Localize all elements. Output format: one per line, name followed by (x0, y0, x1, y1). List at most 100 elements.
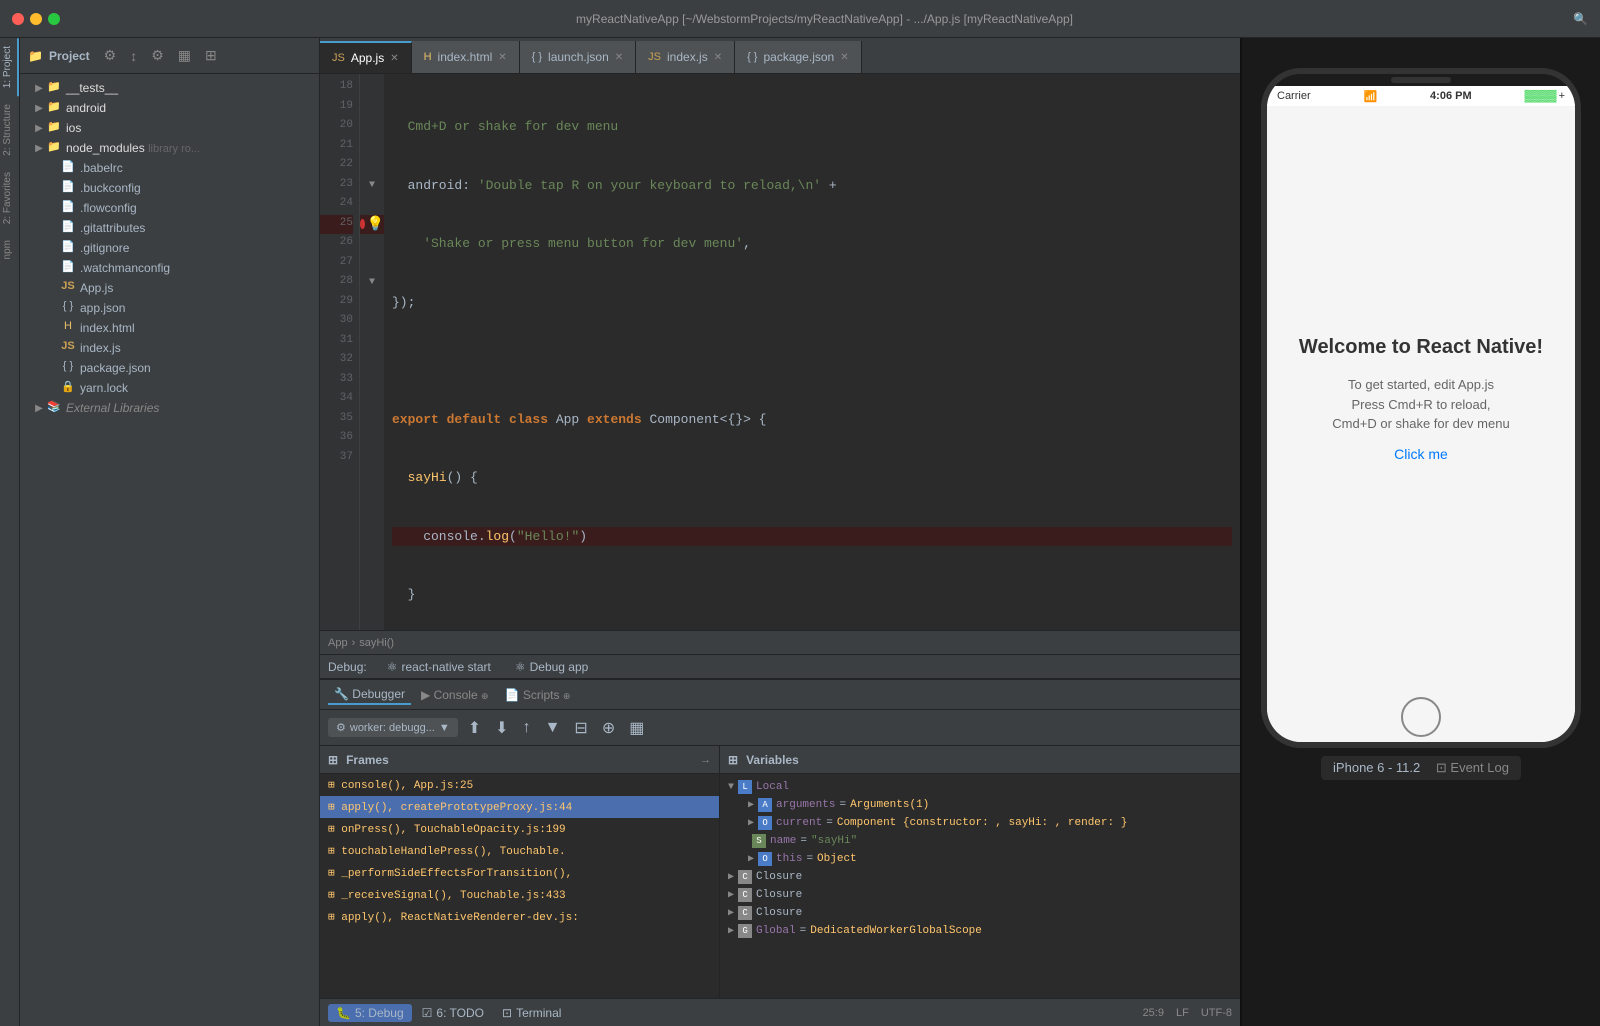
phone-link[interactable]: Click me (1394, 446, 1448, 462)
code-content[interactable]: Cmd+D or shake for dev menu android: 'Do… (384, 74, 1240, 630)
event-log-btn[interactable]: ⊡ Event Log (1436, 760, 1509, 775)
var-item-name[interactable]: S name = "sayHi" (720, 832, 1240, 850)
tab-close-launchjson[interactable]: ✕ (615, 52, 623, 63)
expand-icon[interactable]: ⊞ (201, 45, 221, 66)
frame-item[interactable]: ⊞ console(), App.js:25 (320, 774, 719, 796)
structure-panel-toggle[interactable]: 2: Structure (0, 96, 19, 164)
phone-subtitle-2: Press Cmd+R to reload, (1351, 395, 1490, 415)
tab-indexjs[interactable]: JS index.js ✕ (636, 41, 735, 73)
var-item-current[interactable]: ▶ O current = Component {constructor: , … (720, 814, 1240, 832)
var-closure-1[interactable]: ▶ C Closure (720, 868, 1240, 886)
tree-item-gitattributes[interactable]: 📄 .gitattributes (20, 218, 319, 238)
tree-item-gitignore[interactable]: 📄 .gitignore (20, 238, 319, 258)
tab-close-indexjs[interactable]: ✕ (714, 52, 722, 63)
frame-item[interactable]: ⊞ touchableHandlePress(), Touchable. (320, 840, 719, 862)
tab-label: package.json (763, 50, 834, 64)
tree-item-external-libs[interactable]: ▶ 📚 External Libraries (20, 398, 319, 418)
frame-item[interactable]: ⊞ apply(), ReactNativeRenderer-dev.js: (320, 906, 719, 928)
settings-icon[interactable]: ⚙ (100, 45, 121, 66)
evaluate-btn[interactable]: ▦ (625, 714, 648, 742)
tab-close-appjs[interactable]: ✕ (390, 53, 398, 64)
var-item-this[interactable]: ▶ O this = Object (720, 850, 1240, 868)
phone-content: Welcome to React Native! To get started,… (1267, 106, 1575, 692)
favorites-panel-toggle[interactable]: 2: Favorites (0, 164, 19, 232)
debugger-tab[interactable]: 🔧 Debugger (328, 685, 411, 705)
terminal-tab-label: Terminal (516, 1006, 561, 1020)
frame-item-selected[interactable]: ⊞ apply(), createPrototypeProxy.js:44 (320, 796, 719, 818)
fold-marker[interactable]: ▼ (369, 180, 375, 191)
line-ending: LF (1176, 1007, 1189, 1019)
breadcrumb-sep: › (352, 637, 356, 649)
tree-item-babelrc[interactable]: 📄 .babelrc (20, 158, 319, 178)
tree-label: .gitignore (80, 241, 129, 255)
filter-icon[interactable]: ▦ (174, 45, 195, 66)
tab-appjs[interactable]: JS App.js ✕ (320, 41, 412, 73)
var-closure-2[interactable]: ▶ C Closure (720, 886, 1240, 904)
tree-item-watchmanconfig[interactable]: 📄 .watchmanconfig (20, 258, 319, 278)
breakpoint-marker[interactable] (360, 219, 365, 229)
var-local-header[interactable]: ▼ L Local (720, 778, 1240, 796)
tree-item-packagejson[interactable]: { } package.json (20, 358, 319, 378)
gear-icon[interactable]: ⚙ (147, 45, 168, 66)
tree-item-indexhtml[interactable]: H index.html (20, 318, 319, 338)
variables-icon: ⊞ (728, 753, 738, 767)
search-icon[interactable]: 🔍 (1573, 12, 1588, 26)
tab-packagejson[interactable]: { } package.json ✕ (735, 41, 862, 73)
var-closure-3[interactable]: ▶ C Closure (720, 904, 1240, 922)
close-button[interactable] (12, 13, 24, 25)
breadcrumb: App › sayHi() (320, 630, 1240, 654)
home-button[interactable] (1401, 697, 1441, 737)
minimize-button[interactable] (30, 13, 42, 25)
tree-item-appjson[interactable]: { } app.json (20, 298, 319, 318)
terminal-tab-btn[interactable]: ⊡ Terminal (494, 1004, 569, 1022)
tree-item-indexjs[interactable]: JS index.js (20, 338, 319, 358)
step-into-btn[interactable]: ⬇ (491, 714, 512, 742)
editor-area: JS App.js ✕ H index.html ✕ { } launch.js… (320, 38, 1240, 1026)
scripts-tab[interactable]: 📄 Scripts ⊕ (499, 686, 577, 704)
code-editor[interactable]: 18 19 20 21 22 23 24 25 26 27 28 29 30 3… (320, 74, 1240, 630)
console-tab[interactable]: ▶ Console ⊕ (415, 686, 495, 704)
tree-item-yarnlock[interactable]: 🔒 yarn.lock (20, 378, 319, 398)
maximize-button[interactable] (48, 13, 60, 25)
sort-icon[interactable]: ↕ (126, 46, 141, 66)
step-out-btn[interactable]: ↑ (519, 715, 535, 741)
var-item-arguments[interactable]: ▶ A arguments = Arguments(1) (720, 796, 1240, 814)
tab-close-indexhtml[interactable]: ✕ (498, 52, 506, 63)
step-over-btn[interactable]: ⬆ (464, 714, 485, 742)
todo-icon: ☑ (422, 1006, 433, 1020)
var-icon-str: S (752, 834, 766, 848)
tab-close-packagejson[interactable]: ✕ (840, 52, 848, 63)
debug-tab-btn[interactable]: 🐛 5: Debug (328, 1004, 412, 1022)
tab-launchjson[interactable]: { } launch.json ✕ (520, 41, 637, 73)
main-layout: 1: Project 2: Structure 2: Favorites npm… (0, 38, 1600, 1026)
frame-item[interactable]: ⊞ _receiveSignal(), Touchable.js:433 (320, 884, 719, 906)
bottom-tabs-bar: 🐛 5: Debug ☑ 6: TODO ⊡ Terminal 25:9 LF … (320, 998, 1240, 1026)
debug-tab-label: 5: Debug (355, 1006, 404, 1020)
tree-label: app.json (80, 301, 125, 315)
fold-marker[interactable]: ▼ (369, 277, 375, 288)
filter-icon[interactable]: ⊟ (570, 714, 591, 742)
tree-item-ios[interactable]: ▶ 📁 ios (20, 118, 319, 138)
tab-indexhtml[interactable]: H index.html ✕ (412, 41, 520, 73)
resume-btn[interactable]: ▼ (541, 715, 565, 741)
tree-item-buckconfig[interactable]: 📄 .buckconfig (20, 178, 319, 198)
npm-panel-toggle[interactable]: npm (0, 232, 19, 267)
add-breakpoint-btn[interactable]: ⊕ (598, 714, 619, 742)
frame-item[interactable]: ⊞ _performSideEffectsForTransition(), (320, 862, 719, 884)
tree-item-android[interactable]: ▶ 📁 android (20, 98, 319, 118)
window-controls[interactable] (12, 13, 60, 25)
tree-item-flowconfig[interactable]: 📄 .flowconfig (20, 198, 319, 218)
tree-item-tests[interactable]: ▶ 📁 __tests__ (20, 78, 319, 98)
var-global[interactable]: ▶ G Global = DedicatedWorkerGlobalScope (720, 922, 1240, 940)
todo-tab-btn[interactable]: ☑ 6: TODO (414, 1004, 492, 1022)
tree-item-appjs[interactable]: JS App.js (20, 278, 319, 298)
worker-selector[interactable]: ⚙ worker: debugg... ▼ (328, 718, 458, 737)
frame-item[interactable]: ⊞ onPress(), TouchableOpacity.js:199 (320, 818, 719, 840)
debug-app-btn[interactable]: ⚛ Debug app (507, 658, 596, 676)
react-native-start-process[interactable]: ⚛ react-native start (379, 658, 499, 676)
var-icon-c3: C (738, 906, 752, 920)
project-toolbar: 📁 Project ⚙ ↕ ⚙ ▦ ⊞ (20, 38, 319, 74)
tree-item-node-modules[interactable]: ▶ 📁 node_modules library ro... (20, 138, 319, 158)
tab-icon-js: JS (648, 51, 661, 63)
project-panel-toggle[interactable]: 1: Project (0, 38, 19, 96)
